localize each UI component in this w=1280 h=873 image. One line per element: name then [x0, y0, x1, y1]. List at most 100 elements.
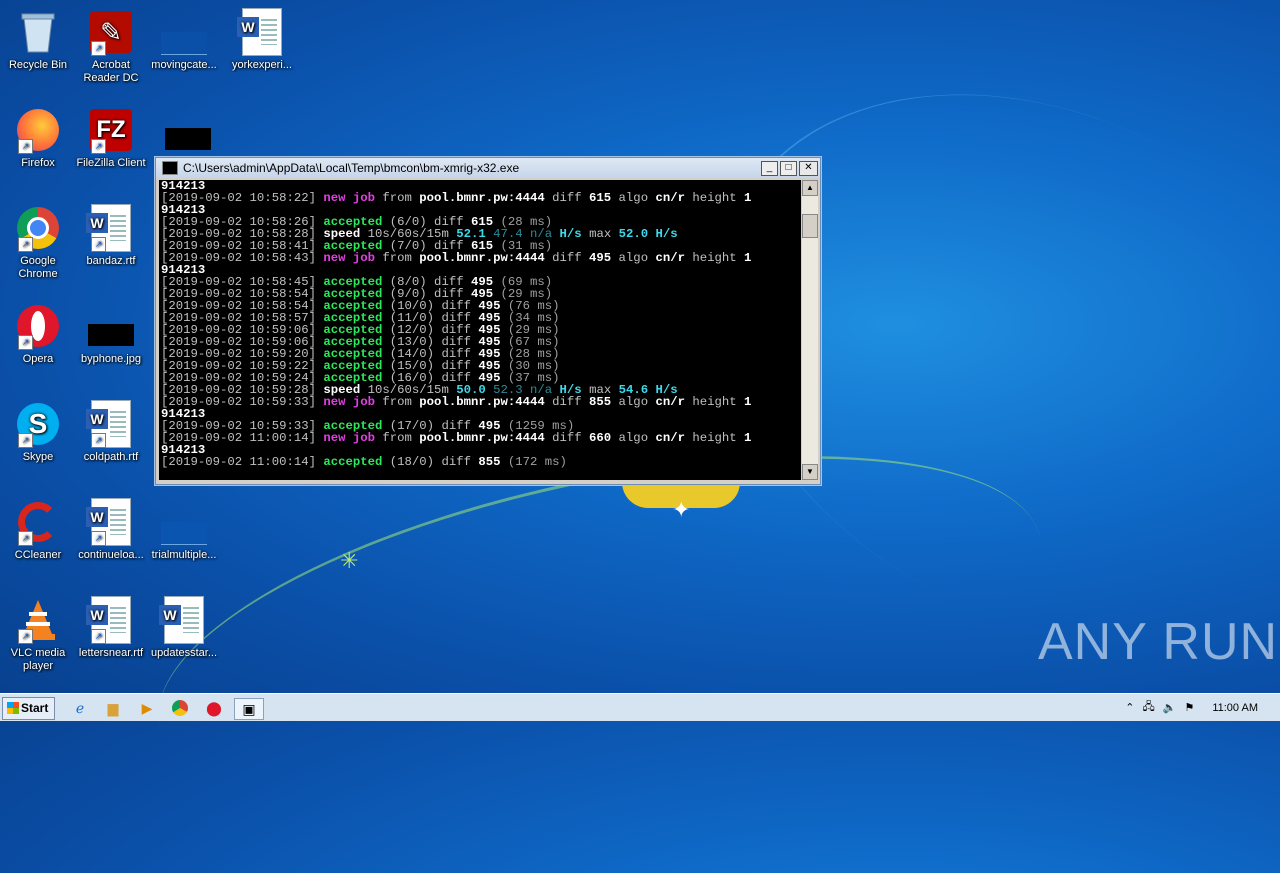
desktop-icon-yorkexperi[interactable]: W yorkexperi... — [224, 8, 300, 72]
console-line: [2019-09-02 10:59:33] new job from pool.… — [159, 396, 801, 408]
file-icon — [164, 106, 212, 154]
scroll-down-button[interactable]: ▼ — [802, 464, 818, 480]
shortcut-arrow-icon: ↗ — [91, 41, 106, 56]
console-app-icon — [162, 161, 178, 175]
console-text-segment: pool.bmnr.pw:4444 — [419, 395, 545, 409]
console-text-segment: diff — [544, 251, 590, 265]
volume-icon[interactable]: 🔈 — [1163, 701, 1177, 714]
console-text-segment: from — [375, 395, 420, 409]
media-player-icon[interactable]: ▶ — [137, 698, 157, 718]
desktop-icon-label: Recycle Bin — [8, 59, 68, 71]
shortcut-arrow-icon: ↗ — [18, 629, 33, 644]
console-text-segment: from — [375, 191, 420, 205]
wallpaper-sparkle: ✳ — [340, 548, 359, 573]
console-text-segment: pool.bmnr.pw:4444 — [419, 251, 545, 265]
acrobat-icon: ✎ ↗ — [87, 8, 135, 56]
console-line: [2019-09-02 11:00:14] new job from pool.… — [159, 432, 801, 444]
internet-explorer-icon[interactable]: ℯ — [70, 698, 90, 718]
desktop-icon-label: yorkexperi... — [232, 59, 292, 71]
desktop-icon-lettersnear[interactable]: W ↗ lettersnear.rtf — [73, 596, 149, 660]
desktop-icon-movingcate[interactable]: movingcate... — [146, 8, 222, 72]
desktop-icon-bandaz[interactable]: W ↗ bandaz.rtf — [73, 204, 149, 268]
desktop-icon-opera[interactable]: ↗ Opera — [0, 302, 76, 366]
desktop-icon-coldpath[interactable]: W ↗ coldpath.rtf — [73, 400, 149, 464]
desktop-icon-black-file[interactable] — [150, 106, 226, 157]
shortcut-arrow-icon: ↗ — [91, 237, 106, 252]
console-output[interactable]: 914213 [2019-09-02 10:58:22] new job from… — [159, 180, 801, 480]
shortcut-arrow-icon: ↗ — [18, 139, 33, 154]
chrome-taskbar-icon[interactable] — [170, 698, 190, 718]
console-text-segment: [2019-09-02 11:00:14] — [161, 455, 324, 469]
window-titlebar[interactable]: C:\Users\admin\AppData\Local\Temp\bmcon\… — [156, 158, 820, 178]
scroll-thumb[interactable] — [802, 214, 818, 238]
desktop-icon-continueloa[interactable]: W ↗ continueloa... — [73, 498, 149, 562]
word-document-icon: W ↗ — [86, 498, 135, 546]
console-text-segment: 495 — [589, 251, 612, 265]
desktop-icon-label: Acrobat Reader DC — [83, 59, 139, 84]
console-text-segment: from — [375, 431, 420, 445]
desktop-icon-recycle-bin[interactable]: Recycle Bin — [0, 8, 76, 72]
folder-icon[interactable]: ▆ — [103, 698, 123, 718]
shortcut-arrow-icon: ↗ — [91, 629, 106, 644]
vlc-cone-icon: ↗ — [14, 596, 62, 644]
vertical-scrollbar[interactable]: ▲ ▼ — [802, 180, 818, 480]
shortcut-arrow-icon: ↗ — [18, 433, 33, 448]
file-icon — [160, 498, 208, 546]
console-text-segment: 1 — [744, 251, 752, 265]
console-text-segment: 855 — [478, 455, 501, 469]
console-text-segment: H/s — [552, 227, 582, 241]
desktop-icon-vlc[interactable]: ↗ VLC media player — [0, 596, 76, 673]
file-icon — [160, 8, 208, 56]
close-button[interactable]: ✕ — [799, 160, 818, 176]
console-text-segment: 1 — [744, 191, 752, 205]
window-title: C:\Users\admin\AppData\Local\Temp\bmcon\… — [183, 161, 520, 175]
console-taskbar-button[interactable]: ▣ — [234, 698, 264, 720]
console-text-segment: algo — [611, 431, 656, 445]
shortcut-arrow-icon: ↗ — [91, 433, 106, 448]
scroll-up-button[interactable]: ▲ — [802, 180, 818, 196]
console-text-segment: (18/0) diff — [382, 455, 479, 469]
console-text-segment: diff — [544, 431, 590, 445]
desktop-icon-label: movingcate... — [151, 59, 217, 71]
flag-icon[interactable]: ⚑ — [1184, 701, 1194, 714]
console-window[interactable]: C:\Users\admin\AppData\Local\Temp\bmcon\… — [155, 157, 821, 485]
desktop-icon-ccleaner[interactable]: ↗ CCleaner — [0, 498, 76, 562]
desktop-icon-label: continueloa... — [78, 549, 144, 561]
desktop-icon-label: Opera — [22, 353, 54, 365]
console-text-segment: cn/r — [655, 251, 685, 265]
console-text-segment: from — [375, 251, 420, 265]
show-hidden-icons[interactable]: ⌃ — [1125, 701, 1134, 714]
console-text-segment: algo — [611, 191, 656, 205]
console-text-segment: 660 — [589, 431, 612, 445]
desktop-icon-filezilla[interactable]: FZ ↗ FileZilla Client — [73, 106, 149, 170]
clock[interactable]: 11:00 AM — [1212, 702, 1258, 714]
desktop-icon-label: updatesstar... — [150, 647, 218, 659]
desktop-icon-updatesstar[interactable]: W updatesstar... — [146, 596, 222, 660]
start-button[interactable]: Start — [2, 697, 55, 720]
console-text-segment: new job — [323, 251, 376, 265]
desktop-icon-trialmultiple[interactable]: trialmultiple... — [146, 498, 222, 562]
desktop-icon-firefox[interactable]: ↗ Firefox — [0, 106, 76, 170]
console-text-segment: algo — [611, 395, 656, 409]
firefox-icon: ↗ — [14, 106, 62, 154]
desktop-icon-google-chrome[interactable]: ↗ Google Chrome — [0, 204, 76, 281]
minimize-button[interactable]: _ — [761, 160, 778, 176]
shortcut-arrow-icon: ↗ — [91, 139, 106, 154]
maximize-button[interactable]: □ — [780, 160, 797, 176]
network-icon[interactable]: 🖧 — [1142, 698, 1154, 717]
chrome-icon: ↗ — [14, 204, 62, 252]
desktop-icon-byphone[interactable]: byphone.jpg — [73, 302, 149, 366]
filezilla-icon: FZ ↗ — [87, 106, 135, 154]
opera-taskbar-icon[interactable]: ⬤ — [204, 698, 224, 718]
console-text-segment: cn/r — [655, 395, 685, 409]
console-text-segment: 1 — [744, 395, 752, 409]
desktop-icon-skype[interactable]: S ↗ Skype — [0, 400, 76, 464]
console-text-segment: height — [684, 395, 745, 409]
desktop-icon-label: bandaz.rtf — [86, 255, 136, 267]
console-text-segment: 855 — [589, 395, 612, 409]
desktop-icon-acrobat-reader[interactable]: ✎ ↗ Acrobat Reader DC — [73, 8, 149, 85]
shortcut-arrow-icon: ↗ — [18, 237, 33, 252]
wallpaper-sparkle: ✦ — [672, 497, 691, 522]
desktop-icon-label: FileZilla Client — [76, 157, 146, 169]
console-text-segment: new job — [323, 191, 376, 205]
